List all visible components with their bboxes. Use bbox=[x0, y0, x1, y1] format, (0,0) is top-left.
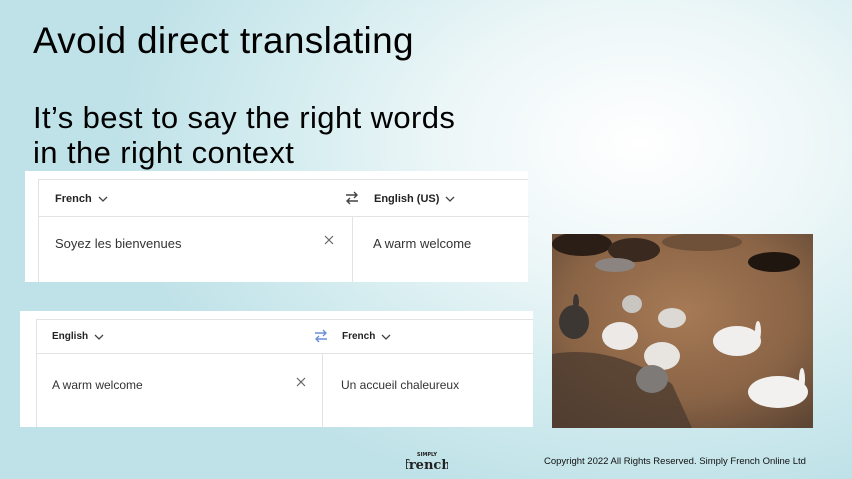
swap-arrows-icon[interactable] bbox=[344, 191, 360, 205]
translated-text: Un accueil chaleureux bbox=[341, 378, 460, 392]
logo-main-text: french bbox=[406, 458, 448, 472]
chevron-down-icon bbox=[381, 334, 391, 340]
target-language-label: English (US) bbox=[374, 193, 440, 205]
source-language-selector[interactable]: English bbox=[52, 331, 104, 342]
chevron-down-icon bbox=[98, 196, 108, 202]
header-divider bbox=[39, 216, 529, 217]
translator-card: English French A warm welcome Un accueil… bbox=[36, 319, 534, 428]
target-language-selector[interactable]: French bbox=[342, 331, 391, 342]
close-icon[interactable] bbox=[323, 234, 335, 246]
translator-screenshot-2: English French A warm welcome Un accueil… bbox=[20, 311, 534, 428]
slide-title: Avoid direct translating bbox=[33, 20, 414, 61]
simply-french-logo: SIMPLY french bbox=[406, 452, 448, 472]
source-language-label: French bbox=[55, 193, 92, 205]
close-icon[interactable] bbox=[295, 376, 307, 388]
rabbits-photo-illustration bbox=[552, 234, 813, 428]
swap-arrows-icon[interactable] bbox=[313, 329, 329, 343]
source-text[interactable]: Soyez les bienvenues bbox=[55, 236, 181, 251]
column-divider bbox=[352, 216, 353, 283]
slide-subtitle: It’s best to say the right words in the … bbox=[33, 100, 456, 170]
source-language-selector[interactable]: French bbox=[55, 193, 108, 205]
column-divider bbox=[322, 353, 323, 428]
rabbits-photo bbox=[552, 234, 813, 428]
target-language-selector[interactable]: English (US) bbox=[374, 193, 455, 205]
header-divider bbox=[37, 353, 534, 354]
target-language-label: French bbox=[342, 331, 376, 342]
copyright-notice: Copyright 2022 All Rights Reserved. Simp… bbox=[544, 456, 806, 467]
translated-text: A warm welcome bbox=[373, 236, 472, 251]
translator-card: French English (US) Soyez les bienvenues… bbox=[38, 179, 529, 283]
source-text[interactable]: A warm welcome bbox=[52, 378, 143, 392]
translator-screenshot-1: French English (US) Soyez les bienvenues… bbox=[25, 171, 529, 283]
source-language-label: English bbox=[52, 331, 89, 342]
chevron-down-icon bbox=[445, 196, 455, 202]
chevron-down-icon bbox=[94, 334, 104, 340]
